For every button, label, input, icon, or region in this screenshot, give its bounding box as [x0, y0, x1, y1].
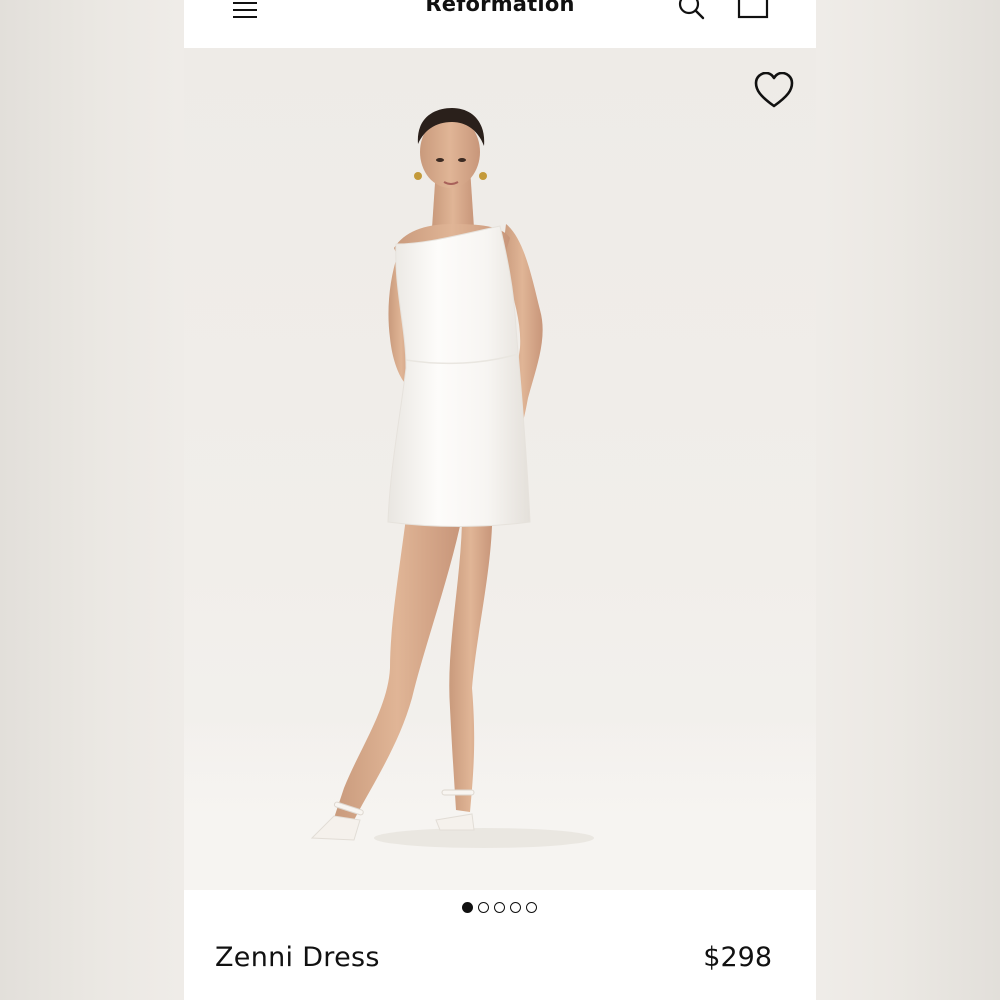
- product-photo: [310, 108, 594, 848]
- search-icon[interactable]: [676, 0, 710, 22]
- pagination-dot-1[interactable]: [462, 902, 473, 913]
- product-price: $298: [703, 942, 772, 973]
- product-name: Zenni Dress: [215, 942, 380, 973]
- product-image-gallery[interactable]: [184, 48, 816, 890]
- shopping-bag-icon[interactable]: [736, 0, 770, 22]
- brand-logo[interactable]: Reformation: [184, 0, 816, 16]
- pagination-dot-2[interactable]: [478, 902, 489, 913]
- favorite-heart-icon[interactable]: [754, 71, 794, 110]
- pagination-dot-5[interactable]: [526, 902, 537, 913]
- product-page: Reformation Zenni Dress $298: [184, 0, 816, 1000]
- pagination-dot-3[interactable]: [494, 902, 505, 913]
- top-navigation-bar: Reformation: [184, 0, 816, 48]
- pagination-dot-4[interactable]: [510, 902, 521, 913]
- image-pagination-dots: [462, 902, 542, 916]
